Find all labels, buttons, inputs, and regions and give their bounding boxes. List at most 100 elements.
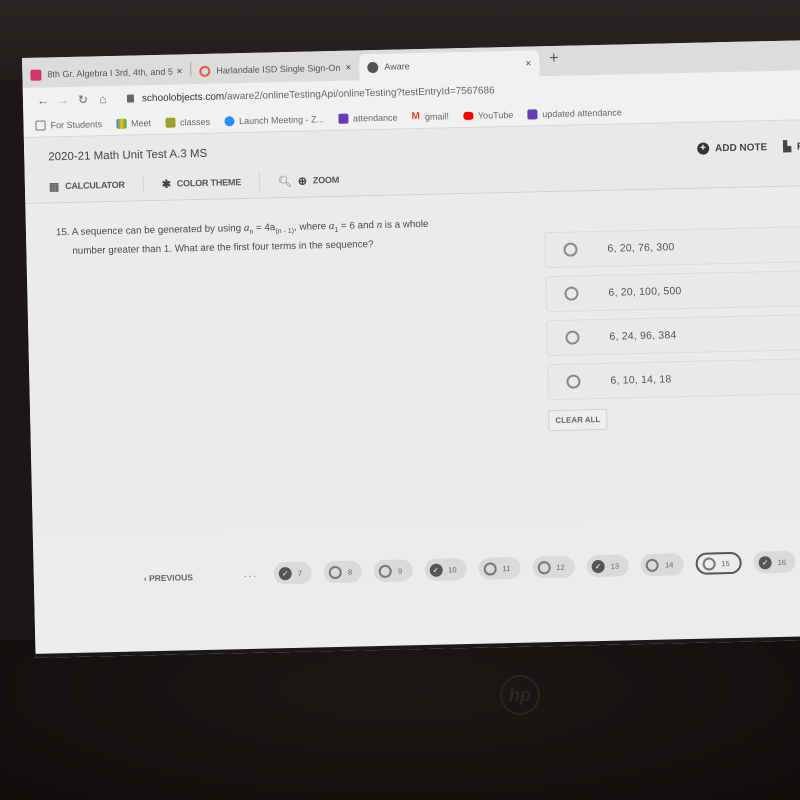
question-text: A sequence can be generated by using bbox=[71, 223, 244, 238]
question-stem: 15. A sequence can be generated by using… bbox=[56, 215, 527, 260]
question-pill-11[interactable]: 11 bbox=[478, 556, 521, 580]
zoom-in-icon[interactable]: ⊕ bbox=[298, 174, 307, 187]
url-host: schoolobjects.com bbox=[141, 90, 225, 104]
address-bar[interactable]: schoolobjects.com /aware2/onlineTestingA… bbox=[126, 84, 495, 104]
lock-icon bbox=[126, 94, 135, 103]
color-theme-button[interactable]: ✱ COLOR THEME bbox=[161, 172, 261, 193]
forward-arrow-icon[interactable]: → bbox=[53, 93, 73, 107]
palette-icon: ✱ bbox=[161, 178, 171, 191]
question-number: 7 bbox=[297, 568, 303, 578]
home-icon[interactable]: ⌂ bbox=[93, 92, 113, 106]
globe-icon bbox=[367, 61, 379, 73]
question-pill-15-current[interactable]: 15 bbox=[695, 551, 742, 575]
answered-check-icon: ✓ bbox=[429, 563, 443, 577]
tab-algebra-class[interactable]: 8th Gr. Algebra I 3rd, 4th, and 5th × bbox=[22, 58, 191, 88]
close-tab-icon[interactable]: × bbox=[525, 58, 531, 69]
answer-choice-a[interactable]: 6, 20, 76, 300 bbox=[544, 225, 800, 269]
radio-button[interactable] bbox=[565, 330, 580, 345]
gmail-icon: M bbox=[411, 110, 421, 123]
question-pill-8[interactable]: 8 bbox=[323, 560, 363, 584]
question-number: 12 bbox=[556, 562, 565, 572]
choice-text: 6, 10, 14, 18 bbox=[610, 373, 672, 387]
calculator-label: CALCULATOR bbox=[65, 179, 125, 192]
unanswered-circle-icon bbox=[537, 560, 551, 574]
question-pill-10[interactable]: ✓ 10 bbox=[423, 558, 467, 582]
bookmark-attendance[interactable]: attendance bbox=[337, 111, 398, 124]
previous-label: PREVIOUS bbox=[148, 572, 194, 584]
url-path: /aware2/onlineTestingApi/onlineTesting?t… bbox=[224, 84, 495, 102]
unanswered-circle-icon bbox=[702, 556, 716, 571]
answered-check-icon: ✓ bbox=[591, 559, 605, 573]
question-text: = 6 and bbox=[338, 219, 377, 232]
radio-button[interactable] bbox=[564, 286, 579, 301]
laptop-body bbox=[0, 640, 800, 800]
question-pill-7[interactable]: ✓ 7 bbox=[273, 561, 313, 585]
answer-choice-b[interactable]: 6, 20, 100, 500 bbox=[545, 269, 800, 313]
tab-aware[interactable]: Aware × bbox=[359, 50, 540, 81]
zoom-tools: 🔍︎ ⊕ ZOOM bbox=[278, 170, 357, 190]
question-number: 16 bbox=[777, 557, 787, 567]
question-text: is a whole bbox=[382, 218, 429, 231]
question-navigation: ‹ PREVIOUS ... ✓ 7 8 9 ✓ 10 11 12 ✓ 13 14 1… bbox=[32, 515, 800, 658]
calculator-button[interactable]: ▦ CALCULATOR bbox=[48, 175, 144, 196]
color-theme-label: COLOR THEME bbox=[176, 177, 242, 189]
new-tab-button[interactable]: + bbox=[549, 50, 559, 72]
question-area: 15. A sequence can be generated by using… bbox=[25, 185, 800, 534]
question-pill-9[interactable]: 9 bbox=[373, 559, 413, 583]
question-pills: ✓ 7 8 9 ✓ 10 11 12 ✓ 13 14 15 ✓ 16 bbox=[273, 550, 800, 585]
choice-text: 6, 24, 96, 384 bbox=[609, 329, 677, 343]
unanswered-circle-icon bbox=[483, 561, 497, 576]
question-number: 8 bbox=[347, 567, 353, 577]
bookmark-classes[interactable]: classes bbox=[164, 116, 210, 128]
unanswered-circle-icon bbox=[645, 558, 660, 572]
bookmark-youtube[interactable]: YouTube bbox=[462, 109, 513, 120]
bookmark-label: gmail! bbox=[424, 110, 450, 122]
clear-all-button[interactable]: CLEAR ALL bbox=[548, 408, 608, 432]
unanswered-circle-icon bbox=[378, 564, 393, 578]
bookmark-launch-meeting[interactable]: Launch Meeting - Z... bbox=[223, 113, 325, 126]
answer-choice-c[interactable]: 6, 24, 96, 384 bbox=[546, 313, 800, 357]
formula-rhs-sub: (n - 1) bbox=[275, 227, 295, 236]
classroom-person-icon bbox=[30, 69, 42, 81]
question-text-line2: number greater than 1. What are the firs… bbox=[72, 239, 374, 257]
header-right-tools: + ADD NOTE ▙ R bbox=[696, 140, 800, 155]
close-tab-icon[interactable]: × bbox=[345, 62, 351, 73]
question-number: 14 bbox=[664, 559, 674, 570]
bookmark-updated-attendance[interactable]: updated attendance bbox=[527, 106, 622, 120]
question-pill-16[interactable]: ✓ 16 bbox=[753, 550, 797, 574]
youtube-icon bbox=[462, 111, 474, 120]
reference-icon: ▙ bbox=[783, 141, 792, 153]
question-pill-12[interactable]: 12 bbox=[532, 555, 575, 579]
tab-harlandale-sso[interactable]: Harlandale ISD Single Sign-On P × bbox=[191, 54, 360, 84]
previous-button[interactable]: ‹ PREVIOUS bbox=[144, 572, 193, 583]
calculator-icon: ▦ bbox=[48, 180, 60, 193]
radio-button[interactable] bbox=[566, 374, 581, 389]
bookmark-label: attendance bbox=[352, 111, 398, 124]
back-arrow-icon[interactable]: ← bbox=[33, 93, 53, 107]
answer-choice-d[interactable]: 6, 10, 14, 18 bbox=[547, 357, 800, 401]
classroom-icon bbox=[164, 117, 176, 128]
question-pill-14[interactable]: 14 bbox=[640, 553, 684, 577]
bookmark-gmail[interactable]: M gmail! bbox=[411, 110, 449, 122]
test-title: 2020-21 Math Unit Test A.3 MS bbox=[48, 147, 208, 164]
bookmark-meet[interactable]: Meet bbox=[115, 117, 152, 129]
question-pill-13[interactable]: ✓ 13 bbox=[586, 554, 630, 578]
zoom-out-icon[interactable]: 🔍︎ bbox=[278, 174, 292, 187]
test-tools: ▦ CALCULATOR ✱ COLOR THEME 🔍︎ ⊕ ZOOM bbox=[48, 170, 376, 196]
bookmark-for-students[interactable]: For Students bbox=[35, 119, 102, 131]
answered-check-icon: ✓ bbox=[278, 566, 292, 580]
close-tab-icon[interactable]: × bbox=[176, 66, 182, 77]
bookmark-label: Launch Meeting - Z... bbox=[238, 113, 325, 126]
bookmark-label: updated attendance bbox=[542, 106, 622, 119]
reload-icon[interactable]: ↻ bbox=[73, 92, 93, 107]
zoom-app-icon bbox=[223, 115, 235, 126]
add-note-button[interactable]: ADD NOTE bbox=[715, 142, 767, 154]
bookmark-label: Meet bbox=[130, 117, 152, 129]
more-questions-ellipsis[interactable]: ... bbox=[244, 569, 259, 580]
hp-logo: hp bbox=[500, 675, 540, 715]
radio-button[interactable] bbox=[563, 242, 578, 257]
question-number: 10 bbox=[448, 564, 457, 574]
question-number: 11 bbox=[502, 563, 511, 573]
question-number: 15. bbox=[55, 226, 70, 239]
folder-icon bbox=[35, 119, 46, 131]
